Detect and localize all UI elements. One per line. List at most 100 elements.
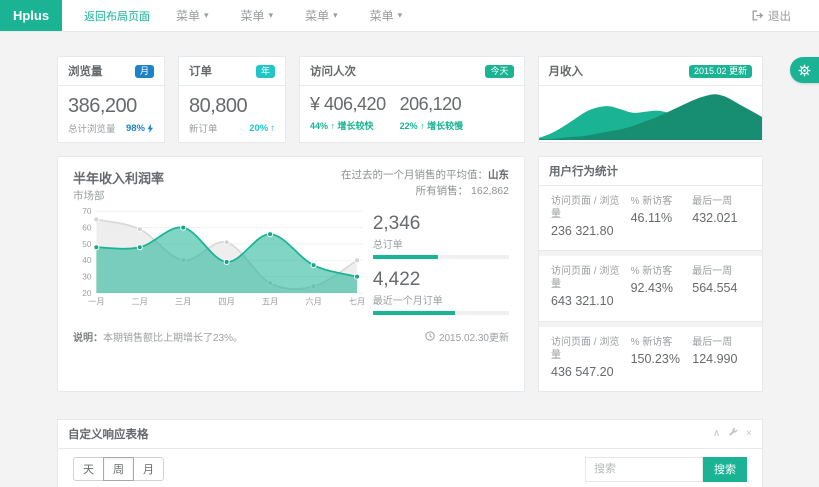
month-orders-value: 4,422 xyxy=(373,269,509,291)
last-week-label: 最后一周 xyxy=(692,195,750,208)
period-badge: 月 xyxy=(135,65,154,78)
svg-text:50: 50 xyxy=(82,240,92,249)
behavior-row: 访问页面 / 浏览量 436 547.20 % 新访客 150.23% 最后一周… xyxy=(538,327,763,392)
card-orders: 订单 年 80,800 新订单 20%↑ xyxy=(178,56,286,143)
pages-views-value: 236 321.80 xyxy=(551,223,625,239)
bolt-icon xyxy=(147,124,154,133)
card-visits-title: 访问人次 xyxy=(310,63,356,79)
chevron-down-icon: ▾ xyxy=(204,10,209,21)
clock-icon xyxy=(425,331,435,341)
collapse-icon[interactable]: ∧ xyxy=(713,429,720,439)
svg-text:七月: 七月 xyxy=(349,298,365,307)
behavior-row: 访问页面 / 浏览量 643 321.10 % 新访客 92.43% 最后一周 … xyxy=(538,256,763,321)
search-button[interactable]: 搜索 xyxy=(703,457,747,482)
top-navbar: Hplus 返回布局页面 菜单 ▾ 菜单 ▾ 菜单 ▾ 菜单 ▾ 退出 xyxy=(0,0,819,32)
new-visitors-label: % 新访客 xyxy=(631,336,693,349)
avg-sales-label: 在过去的一个月销售的平均值： xyxy=(341,169,488,181)
pages-views-label: 访问页面 / 浏览量 xyxy=(551,265,625,291)
views-footer-stat: 98% xyxy=(126,123,154,134)
total-orders-value: 2,346 xyxy=(373,213,509,235)
last-week-label: 最后一周 xyxy=(692,336,750,349)
svg-text:二月: 二月 xyxy=(132,298,149,307)
sales-updated: 2015.02.30更新 xyxy=(425,329,509,344)
chevron-down-icon: ▾ xyxy=(269,10,274,21)
total-sales-value: 162,862 xyxy=(471,185,509,197)
card-income-title: 月收入 xyxy=(549,63,584,79)
svg-text:70: 70 xyxy=(82,207,92,216)
card-orders-title: 订单 xyxy=(189,63,212,79)
visits-sub-2: 22% ↑ 增长较慢 xyxy=(400,119,464,132)
card-monthly-income: 月收入 2015.02 更新 xyxy=(538,56,764,143)
sign-out-icon xyxy=(752,10,763,21)
svg-text:五月: 五月 xyxy=(262,298,279,307)
nav-menu-4[interactable]: 菜单 ▾ xyxy=(354,0,419,31)
chevron-down-icon: ▾ xyxy=(333,10,338,21)
arrow-up-icon: ↑ xyxy=(331,121,336,131)
total-sales-label: 所有销售： xyxy=(416,185,469,197)
svg-text:一月: 一月 xyxy=(88,298,105,307)
sales-panel-title: 半年收入利润率 xyxy=(73,168,164,187)
gear-icon xyxy=(798,64,811,77)
close-icon[interactable]: × xyxy=(746,429,752,439)
svg-text:20: 20 xyxy=(82,289,92,298)
svg-text:六月: 六月 xyxy=(305,297,322,307)
last-week-value: 432.021 xyxy=(692,210,750,226)
responsive-table-panel: 自定义响应表格 ∧ × 天 周 月 搜索 xyxy=(57,419,763,487)
total-orders-label: 总订单 xyxy=(373,236,509,251)
total-orders-progress xyxy=(373,255,509,259)
views-value: 386,200 xyxy=(68,94,154,118)
svg-text:四月: 四月 xyxy=(218,298,235,307)
svg-text:30: 30 xyxy=(82,273,92,282)
logout-button[interactable]: 退出 xyxy=(738,0,805,31)
halfyear-profit-chart: 203040506070一月二月三月四月五月六月七月 xyxy=(73,205,365,309)
update-badge: 2015.02 更新 xyxy=(689,65,752,78)
monthly-income-spark-chart xyxy=(539,86,763,140)
table-panel-title: 自定义响应表格 xyxy=(68,426,149,442)
card-visits: 访问人次 今天 ¥ 406,420 44% ↑ 增长较快 206,120 22%… xyxy=(299,56,525,143)
range-day-button[interactable]: 天 xyxy=(73,457,104,481)
user-behavior-panel: 用户行为统计 访问页面 / 浏览量 236 321.80 % 新访客 46.11… xyxy=(538,156,763,392)
visits-sub-1: 44% ↑ 增长较快 xyxy=(310,119,386,132)
period-badge: 年 xyxy=(256,65,275,78)
last-week-value: 564.554 xyxy=(692,280,750,296)
nav-menu-3[interactable]: 菜单 ▾ xyxy=(289,0,354,31)
new-visitors-value: 46.11% xyxy=(631,210,693,226)
middle-row: 半年收入利润率 市场部 在过去的一个月销售的平均值：山东 所有销售： 162,8… xyxy=(57,156,763,392)
theme-settings-button[interactable] xyxy=(790,57,819,83)
card-views-title: 浏览量 xyxy=(68,63,103,79)
navbar-spacer xyxy=(418,0,738,31)
svg-text:三月: 三月 xyxy=(175,298,192,307)
sales-note: 说明：本期销售额比上期增长了23%。 xyxy=(73,329,243,344)
svg-text:60: 60 xyxy=(82,224,92,233)
wrench-icon[interactable] xyxy=(728,427,738,440)
sales-panel-subtitle: 市场部 xyxy=(73,188,164,203)
visits-value-1: ¥ 406,420 xyxy=(310,94,386,116)
stat-cards-row: 浏览量 月 386,200 总计浏览量 98% 订单 年 80,800 新订单 xyxy=(57,56,763,143)
range-month-button[interactable]: 月 xyxy=(133,457,164,481)
behavior-panel-title: 用户行为统计 xyxy=(549,163,618,179)
orders-footer-stat: 20%↑ xyxy=(249,123,275,134)
orders-footer-label: 新订单 xyxy=(189,121,218,135)
new-visitors-label: % 新访客 xyxy=(631,195,693,208)
month-orders-progress xyxy=(373,311,509,315)
card-views: 浏览量 月 386,200 总计浏览量 98% xyxy=(57,56,165,143)
range-week-button[interactable]: 周 xyxy=(103,457,134,481)
month-orders-label: 最近一个月订单 xyxy=(373,292,509,307)
nav-menu-2[interactable]: 菜单 ▾ xyxy=(225,0,290,31)
pages-views-label: 访问页面 / 浏览量 xyxy=(551,195,625,221)
views-footer-label: 总计浏览量 xyxy=(68,121,116,135)
visits-value-2: 206,120 xyxy=(400,94,464,116)
arrow-up-icon: ↑ xyxy=(420,121,425,131)
range-button-group: 天 周 月 xyxy=(73,457,164,481)
back-home-link[interactable]: 返回布局页面 xyxy=(74,0,160,31)
sales-profit-panel: 半年收入利润率 市场部 在过去的一个月销售的平均值：山东 所有销售： 162,8… xyxy=(57,156,525,392)
pages-views-label: 访问页面 / 浏览量 xyxy=(551,336,625,362)
nav-menu-1[interactable]: 菜单 ▾ xyxy=(160,0,225,31)
new-visitors-value: 92.43% xyxy=(631,280,693,296)
pages-views-value: 643 321.10 xyxy=(551,293,625,309)
pages-views-value: 436 547.20 xyxy=(551,364,625,380)
behavior-row: 访问页面 / 浏览量 236 321.80 % 新访客 46.11% 最后一周 … xyxy=(538,186,763,251)
period-badge: 今天 xyxy=(485,65,513,78)
brand-logo[interactable]: Hplus xyxy=(0,0,62,31)
search-input[interactable] xyxy=(585,457,703,482)
